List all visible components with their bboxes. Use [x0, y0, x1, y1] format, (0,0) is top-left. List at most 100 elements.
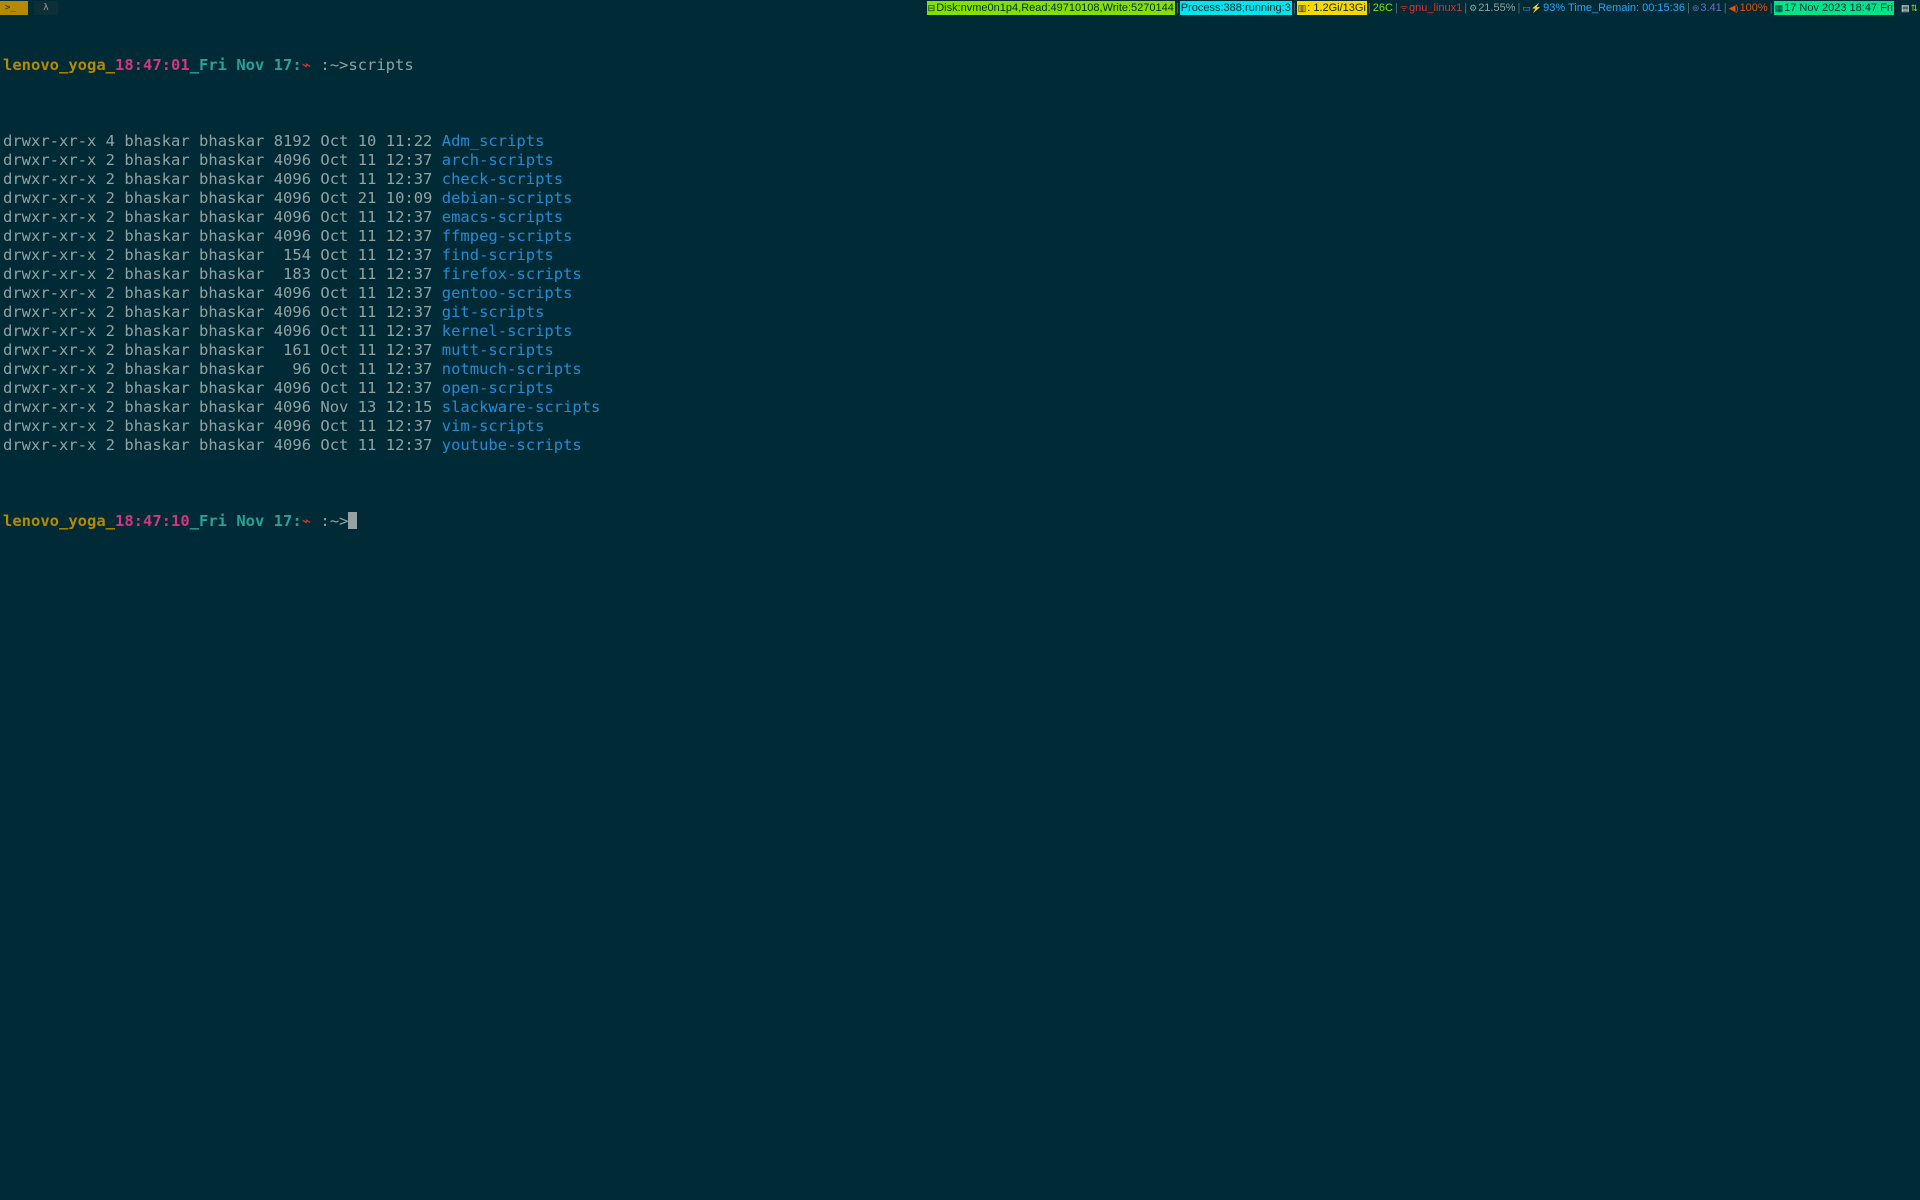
process-status-text: Process:388;running:3 [1180, 2, 1291, 14]
listing-day: 11 [357, 322, 377, 340]
listing-perms: drwxr-xr-x [3, 417, 97, 435]
speaker-icon: ◀) [1728, 3, 1739, 13]
listing-perms: drwxr-xr-x [3, 151, 97, 169]
lambda-icon[interactable]: λ [34, 1, 58, 15]
listing-size: 4096 [273, 436, 312, 454]
prompt-colon: : [161, 56, 172, 74]
listing-size: 4096 [273, 303, 312, 321]
memory-status-text: : 1.2Gi/13Gi [1307, 2, 1366, 14]
directory-name[interactable]: gentoo-scripts [442, 284, 573, 302]
directory-name[interactable]: emacs-scripts [442, 208, 563, 226]
directory-name[interactable]: youtube-scripts [442, 436, 582, 454]
directory-name[interactable]: debian-scripts [442, 189, 573, 207]
listing-row: drwxr-xr-x 2 bhaskar bhaskar 4096 Oct 11… [3, 208, 600, 227]
directory-name[interactable]: open-scripts [442, 379, 554, 397]
network-text: gnu_linux1 [1409, 2, 1463, 14]
listing-owner: bhaskar [124, 132, 190, 150]
listing-perms: drwxr-xr-x [3, 379, 97, 397]
listing-group: bhaskar [199, 360, 265, 378]
listing-perms: drwxr-xr-x [3, 227, 97, 245]
volume-text: 100% [1739, 2, 1768, 14]
process-status: Process:388;running:3 [1179, 1, 1292, 15]
directory-name[interactable]: kernel-scripts [442, 322, 573, 340]
listing-time: 12:15 [385, 398, 433, 416]
listing-links: 2 [105, 246, 116, 264]
terminal-icon[interactable]: >_ [0, 1, 28, 15]
listing-time: 11:22 [385, 132, 433, 150]
listing-owner: bhaskar [124, 341, 190, 359]
cpu-status: ⚙ 21.55% [1468, 1, 1516, 15]
listing-links: 2 [105, 398, 116, 416]
listing-time: 12:37 [385, 227, 433, 245]
listing-links: 2 [105, 303, 116, 321]
listing-row: drwxr-xr-x 2 bhaskar bhaskar 4096 Oct 11… [3, 436, 600, 455]
prompt-hostname: lenovo_yoga_ [3, 56, 115, 74]
listing-row: drwxr-xr-x 2 bhaskar bhaskar 4096 Oct 21… [3, 189, 600, 208]
listing-row: drwxr-xr-x 2 bhaskar bhaskar 4096 Oct 11… [3, 170, 600, 189]
directory-name[interactable]: git-scripts [442, 303, 545, 321]
listing-links: 2 [105, 360, 116, 378]
listing-size: 4096 [273, 417, 312, 435]
listing-links: 2 [105, 189, 116, 207]
listing-day: 11 [357, 417, 377, 435]
network-tray-icon[interactable]: ⇅ [1910, 1, 1918, 15]
load-text: 3.41 [1700, 2, 1722, 14]
listing-size: 183 [273, 265, 312, 283]
listing-owner: bhaskar [124, 303, 190, 321]
listing-links: 2 [105, 436, 116, 454]
directory-name[interactable]: ffmpeg-scripts [442, 227, 573, 245]
listing-perms: drwxr-xr-x [3, 170, 97, 188]
listing-group: bhaskar [199, 170, 265, 188]
directory-name[interactable]: arch-scripts [442, 151, 554, 169]
listing-month: Oct [320, 208, 349, 226]
listing-group: bhaskar [199, 303, 265, 321]
wifi-icon: ᯤ [1399, 3, 1409, 13]
listing-row: drwxr-xr-x 2 bhaskar bhaskar 4096 Nov 13… [3, 398, 600, 417]
directory-name[interactable]: firefox-scripts [442, 265, 582, 283]
document-icon[interactable]: ▤ [1901, 1, 1910, 15]
listing-row: drwxr-xr-x 2 bhaskar bhaskar 4096 Oct 11… [3, 151, 600, 170]
listing-links: 2 [105, 151, 116, 169]
listing-month: Oct [320, 360, 349, 378]
prompt-hostname: lenovo_yoga_ [3, 512, 115, 530]
listing-owner: bhaskar [124, 322, 190, 340]
directory-name[interactable]: Adm_scripts [442, 132, 545, 150]
listing-month: Oct [320, 170, 349, 188]
terminal-output[interactable]: lenovo_yoga_18:47:01_Fri Nov 17:⌁ :~>scr… [3, 18, 600, 550]
prompt-line: lenovo_yoga_18:47:01_Fri Nov 17:⌁ :~>scr… [3, 56, 600, 75]
prompt-minute: 47 [143, 56, 162, 74]
listing-perms: drwxr-xr-x [3, 360, 97, 378]
listing-day: 11 [357, 151, 377, 169]
directory-name[interactable]: mutt-scripts [442, 341, 554, 359]
battery-icon: ▭⚡ [1522, 3, 1543, 13]
text-cursor [348, 512, 358, 529]
prompt-date: _Fri Nov 17 [189, 56, 293, 74]
listing-links: 2 [105, 227, 116, 245]
listing-links: 2 [105, 265, 116, 283]
listing-month: Oct [320, 436, 349, 454]
listing-group: bhaskar [199, 189, 265, 207]
listing-size: 4096 [273, 227, 312, 245]
directory-name[interactable]: notmuch-scripts [442, 360, 582, 378]
listing-time: 12:37 [385, 265, 433, 283]
directory-name[interactable]: slackware-scripts [442, 398, 601, 416]
listing-group: bhaskar [199, 417, 265, 435]
directory-name[interactable]: find-scripts [442, 246, 554, 264]
listing-owner: bhaskar [124, 265, 190, 283]
listing-owner: bhaskar [124, 208, 190, 226]
listing-owner: bhaskar [124, 417, 190, 435]
volume-status[interactable]: ◀) 100% [1728, 1, 1769, 15]
listing-links: 2 [105, 322, 116, 340]
listing-perms: drwxr-xr-x [3, 284, 97, 302]
directory-name[interactable]: check-scripts [442, 170, 563, 188]
directory-name[interactable]: vim-scripts [442, 417, 545, 435]
cpu-text: 21.55% [1478, 2, 1516, 14]
listing-perms: drwxr-xr-x [3, 303, 97, 321]
listing-day: 11 [357, 265, 377, 283]
listing-perms: drwxr-xr-x [3, 132, 97, 150]
listing-size: 4096 [273, 151, 312, 169]
listing-time: 12:37 [385, 436, 433, 454]
listing-time: 12:37 [385, 341, 433, 359]
listing-day: 21 [357, 189, 377, 207]
listing-size: 154 [273, 246, 312, 264]
